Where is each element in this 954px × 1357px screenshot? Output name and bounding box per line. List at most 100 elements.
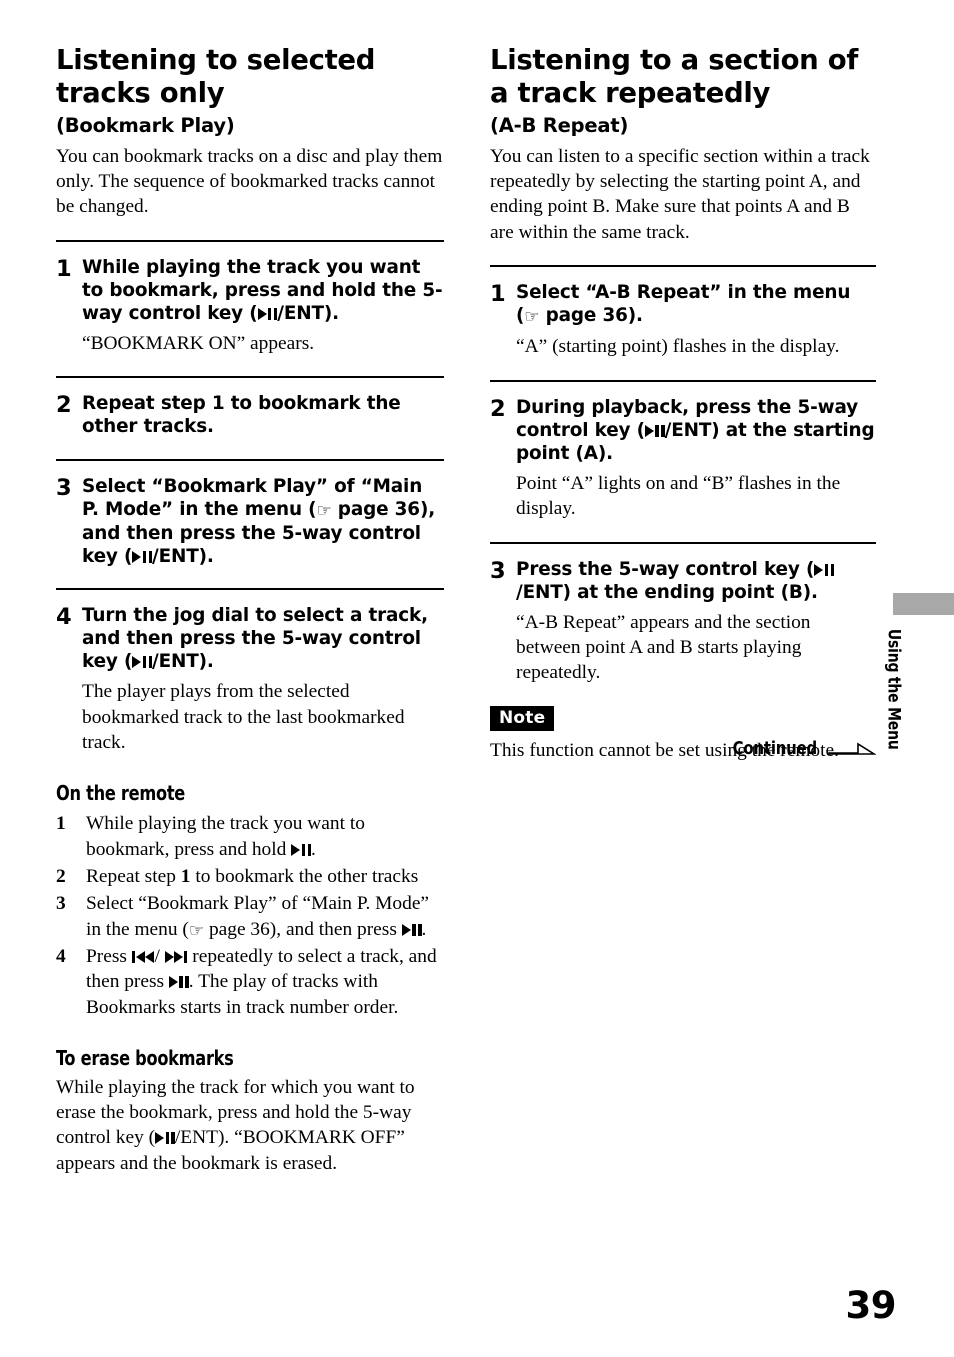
step-title: Repeat step 1 to bookmark the other trac…	[82, 393, 401, 438]
list-item-number: 4	[56, 945, 66, 967]
step-content: Select “Bookmark Play” of “Main P. Mode”…	[82, 475, 444, 569]
list-item-text-before: Repeat step	[86, 865, 181, 887]
list-item-text-after: .	[310, 838, 316, 860]
step-item: 3 Press the 5-way control key (/ENT) at …	[490, 558, 876, 686]
step-title-text-end: page 36).	[539, 305, 643, 327]
remote-steps-list: 1 While playing the track you want to bo…	[56, 811, 444, 1020]
list-item: 3 Select “Bookmark Play” of “Main P. Mod…	[56, 891, 444, 942]
step-title-text-end: /ENT).	[152, 651, 214, 673]
step-item: 4 Turn the jog dial to select a track, a…	[56, 604, 444, 755]
step-title-text: Press the 5-way control key (	[516, 558, 815, 580]
step-number: 1	[490, 281, 506, 308]
separator-rule	[490, 265, 876, 268]
side-tab: Using the Menu	[880, 625, 908, 785]
erase-bookmarks-paragraph: While playing the track for which you wa…	[56, 1075, 444, 1176]
list-item-text: Press / repeatedly to select a track, an…	[86, 944, 444, 1020]
step-item: 1 While playing the track you want to bo…	[56, 256, 444, 357]
side-tab-label: Using the Menu	[884, 628, 904, 750]
list-item-text-after: .	[421, 918, 427, 940]
page-subtitle-right: (A-B Repeat)	[490, 114, 629, 138]
remote-section-heading: On the remote	[56, 781, 186, 806]
play-pause-icon	[132, 656, 153, 669]
step-content: While playing the track you want to book…	[82, 256, 444, 357]
step-title-text-end: /ENT).	[277, 302, 340, 324]
play-pause-icon	[401, 923, 422, 936]
left-column: Listening to selected tracks only (Bookm…	[56, 44, 444, 1176]
step-description: The player plays from the selected bookm…	[82, 681, 405, 754]
step-number: 4	[56, 604, 72, 631]
step-content: Repeat step 1 to bookmark the other trac…	[82, 392, 444, 438]
step-description: “A” (starting point) flashes in the disp…	[516, 336, 840, 358]
play-pause-icon	[132, 551, 153, 564]
step-title: Press the 5-way control key (/ENT) at th…	[516, 558, 876, 604]
step-title: Turn the jog dial to select a track, and…	[82, 604, 444, 673]
step-description: Point “A” lights on and “B” flashes in t…	[516, 473, 841, 520]
side-tab-marker	[893, 593, 954, 615]
continued-arrow-icon	[828, 742, 876, 755]
separator-rule	[56, 588, 444, 591]
list-item-text: Select “Bookmark Play” of “Main P. Mode”…	[86, 891, 444, 942]
prev-track-icon	[131, 950, 155, 963]
step-description: “BOOKMARK ON” appears.	[82, 333, 315, 354]
step-item: 2 During playback, press the 5-way contr…	[490, 396, 876, 522]
list-item-number: 2	[56, 865, 66, 887]
play-pause-icon	[155, 1132, 175, 1145]
step-title-text-end: /ENT).	[152, 546, 214, 568]
intro-paragraph-left: You can bookmark tracks on a disc and pl…	[56, 145, 443, 218]
list-item: 2 Repeat step 1 to bookmark the other tr…	[56, 864, 444, 889]
list-item-text: While playing the track you want to book…	[86, 811, 444, 862]
step-number: 2	[56, 392, 72, 419]
continued-marker: Continued	[729, 738, 876, 759]
erase-bookmarks-heading: To erase bookmarks	[56, 1045, 234, 1070]
reference-hand-icon: ☞	[316, 500, 332, 521]
glyph-separator: /	[154, 945, 165, 967]
list-item-number: 1	[56, 813, 66, 835]
list-item-text-mid: page 36), and then press	[204, 918, 402, 940]
step-number: 3	[56, 474, 72, 501]
reference-hand-icon: ☞	[524, 307, 540, 328]
step-title-text-end: /ENT) at the ending point (B).	[516, 581, 818, 603]
step-number: 2	[490, 395, 506, 422]
next-track-icon	[164, 950, 188, 963]
step-description: “A-B Repeat” appears and the section bet…	[516, 611, 811, 684]
separator-rule	[490, 379, 876, 382]
step-content: Turn the jog dial to select a track, and…	[82, 604, 444, 755]
step-number: 3	[490, 557, 506, 584]
list-item: 1 While playing the track you want to bo…	[56, 811, 444, 862]
separator-rule	[56, 376, 444, 379]
continued-label: Continued	[732, 738, 818, 759]
step-title: Select “Bookmark Play” of “Main P. Mode”…	[82, 475, 444, 569]
play-pause-icon	[257, 307, 278, 320]
intro-paragraph-right: You can listen to a specific section wit…	[490, 145, 870, 243]
page-title-right: Listening to a section of a track repeat…	[490, 44, 858, 109]
play-pause-icon	[644, 424, 665, 437]
step-content: During playback, press the 5-way control…	[516, 396, 876, 522]
separator-rule	[56, 458, 444, 461]
page-subtitle-left: (Bookmark Play)	[56, 114, 235, 138]
play-pause-icon	[168, 976, 189, 989]
list-item-text-before: Press	[86, 945, 132, 967]
manual-page: Listening to selected tracks only (Bookm…	[0, 0, 954, 1357]
play-pause-icon	[291, 843, 311, 856]
list-item-number: 3	[56, 893, 66, 915]
step-title: Select “A-B Repeat” in the menu (☞ page …	[516, 281, 876, 328]
page-number: 39	[845, 1284, 897, 1327]
list-item-text-before: While playing the track you want to book…	[86, 813, 365, 860]
step-item: 3 Select “Bookmark Play” of “Main P. Mod…	[56, 475, 444, 569]
list-item-text: Repeat step 1 to bookmark the other trac…	[86, 864, 444, 889]
separator-rule	[490, 541, 876, 544]
separator-rule	[56, 239, 444, 242]
list-item-text-after: to bookmark the other tracks	[190, 865, 419, 887]
reference-hand-icon: ☞	[188, 920, 205, 941]
step-content: Press the 5-way control key (/ENT) at th…	[516, 558, 876, 686]
step-title: During playback, press the 5-way control…	[516, 396, 876, 465]
step-item: 1 Select “A-B Repeat” in the menu (☞ pag…	[490, 281, 876, 360]
step-title: While playing the track you want to book…	[82, 256, 444, 325]
step-number: 1	[56, 255, 72, 282]
list-item: 4 Press / repeatedly to select a track, …	[56, 944, 444, 1020]
step-item: 2 Repeat step 1 to bookmark the other tr…	[56, 392, 444, 438]
note-badge: Note	[490, 705, 555, 731]
play-pause-icon	[814, 563, 834, 576]
right-column: Listening to a section of a track repeat…	[490, 44, 876, 783]
page-title-left: Listening to selected tracks only	[56, 44, 376, 109]
